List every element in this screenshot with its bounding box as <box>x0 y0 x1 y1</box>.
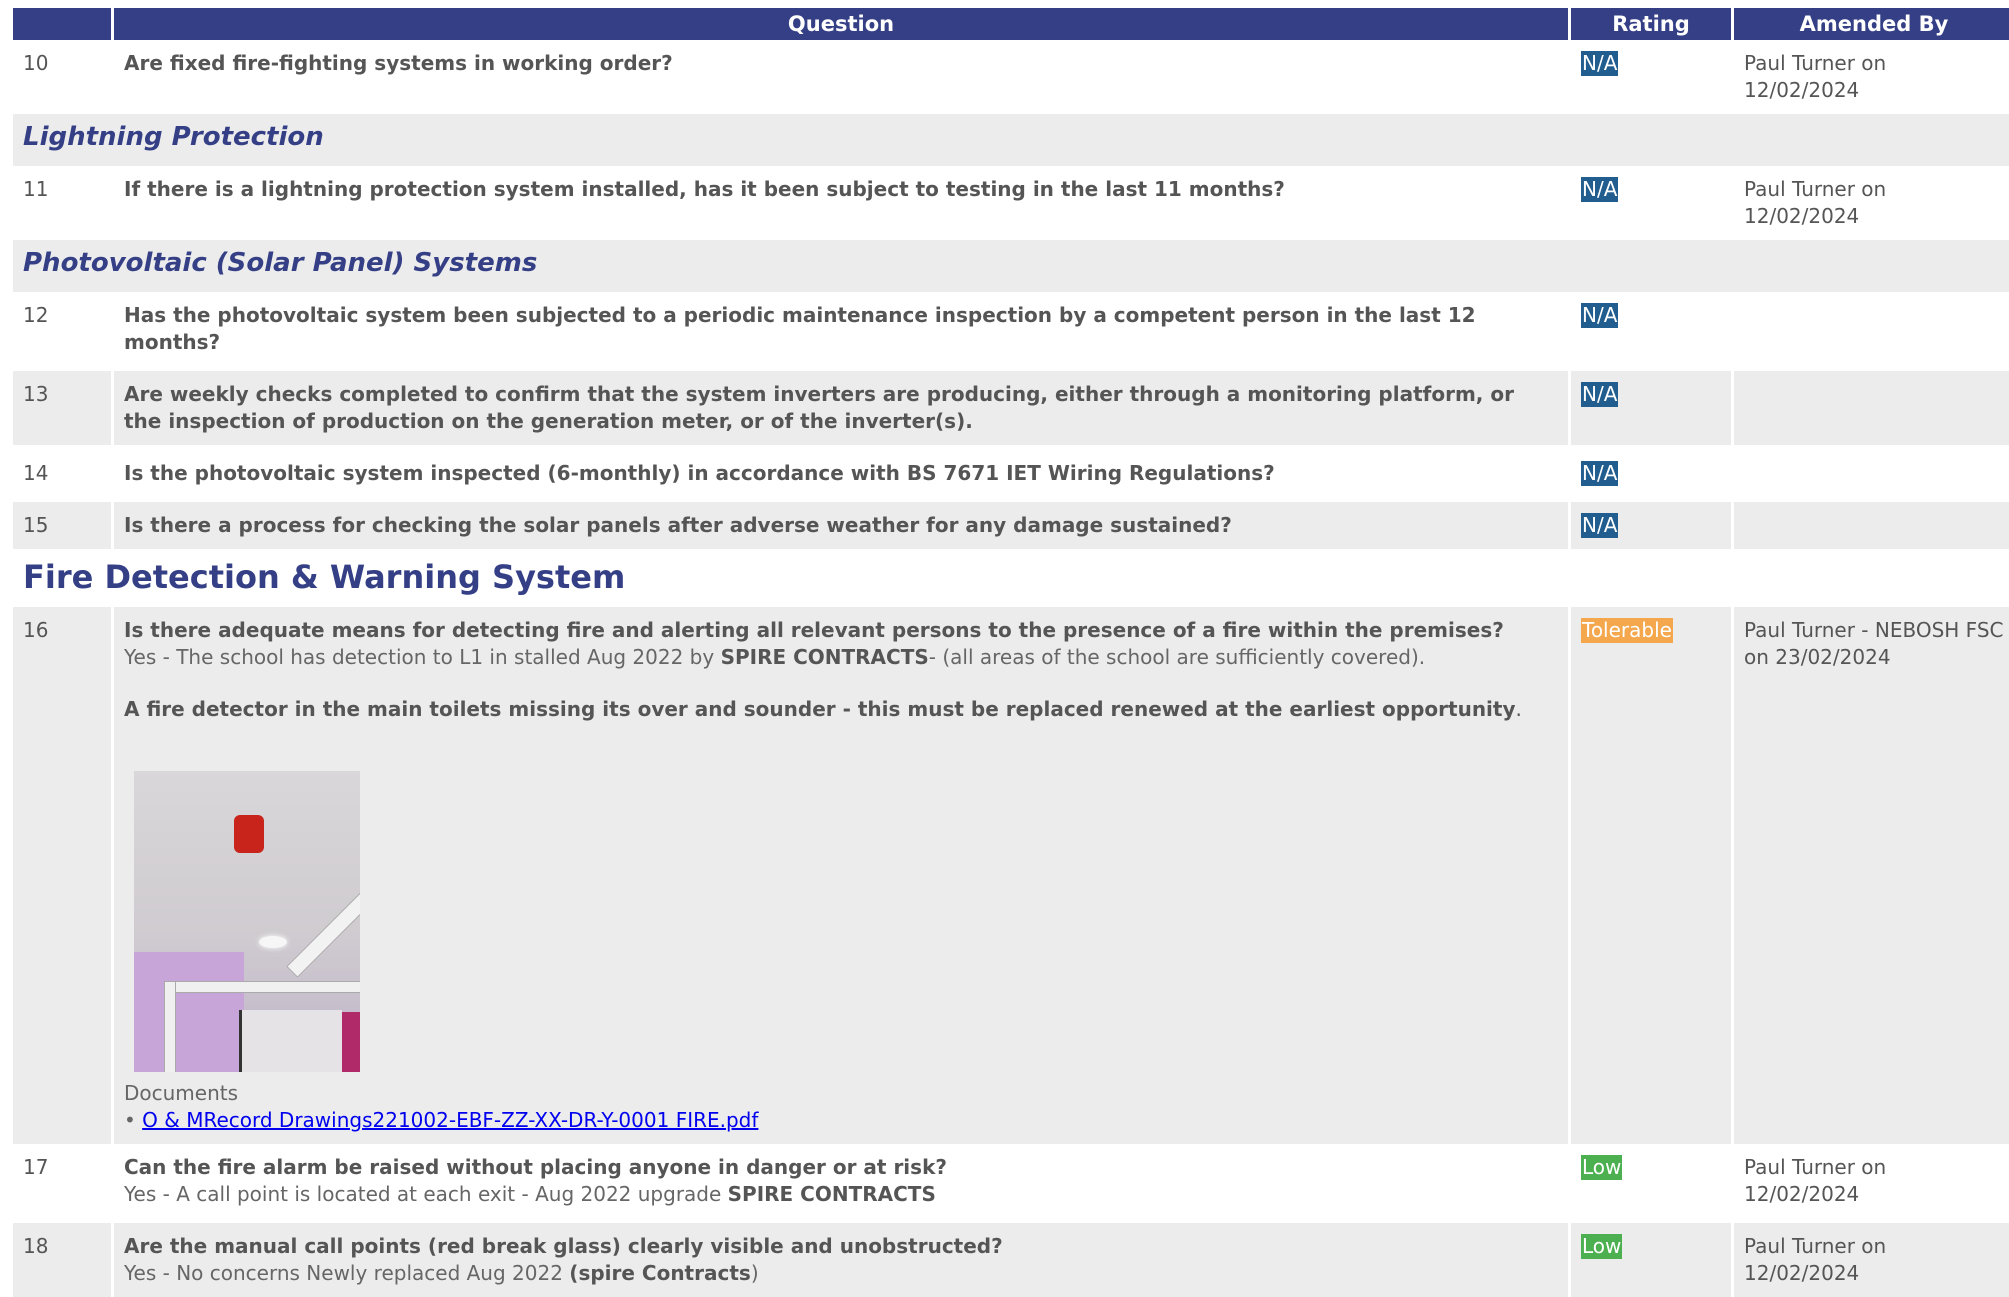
answer-contractor: SPIRE CONTRACTS <box>727 1182 936 1206</box>
rating-badge: Low <box>1581 1155 1623 1180</box>
table-row: 14 Is the photovoltaic system inspected … <box>13 450 2009 497</box>
subsection-heading-row: Photovoltaic (Solar Panel) Systems <box>13 240 2009 292</box>
answer-text-post: ) <box>750 1261 759 1285</box>
rating-column-header: Rating <box>1571 8 1731 40</box>
question-number: 17 <box>13 1144 111 1218</box>
question-text: Is there adequate means for detecting fi… <box>124 618 1504 642</box>
answer-text-pre: Yes - A call point is located at each ex… <box>124 1182 728 1206</box>
amended-by: Paul Turner - NEBOSH FSC on 23/02/2024 <box>1734 607 2009 1144</box>
number-column-header <box>13 8 111 40</box>
question-number: 18 <box>13 1223 111 1297</box>
rating-badge: N/A <box>1581 303 1619 328</box>
table-row: 11 If there is a lightning protection sy… <box>13 166 2009 240</box>
amended-by <box>1734 502 2009 549</box>
table-row: 10 Are fixed fire-fighting systems in wo… <box>13 40 2009 114</box>
amended-by-column-header: Amended By <box>1734 8 2009 40</box>
fire-sounder-image-detail <box>234 815 264 853</box>
rating-badge: N/A <box>1581 513 1619 538</box>
question-text: Is there a process for checking the sola… <box>124 513 1232 537</box>
table-header-row: Question Rating Amended By <box>13 8 2009 40</box>
bullet-icon: • <box>124 1108 143 1132</box>
question-number: 16 <box>13 607 111 1144</box>
answer-text-pre: Yes - No concerns Newly replaced Aug 202… <box>124 1261 570 1285</box>
table-row: 17 Can the fire alarm be raised without … <box>13 1144 2009 1218</box>
rating-badge: Tolerable <box>1581 618 1673 643</box>
answer-text: Yes - The school has detection to L1 in … <box>124 644 1558 671</box>
question-column-header: Question <box>114 8 1568 40</box>
rating-badge: Low <box>1581 1234 1623 1259</box>
document-item: • O & MRecord Drawings221002-EBF-ZZ-XX-D… <box>124 1107 1558 1134</box>
rating-badge: N/A <box>1581 461 1619 486</box>
action-note-tail: . <box>1515 697 1522 721</box>
table-row: 18 Are the manual call points (red break… <box>13 1223 2009 1297</box>
rating-badge: N/A <box>1581 51 1619 76</box>
action-note: A fire detector in the main toilets miss… <box>124 696 1558 723</box>
answer-text-pre: Yes - The school has detection to L1 in … <box>124 645 721 669</box>
table-row: 15 Is there a process for checking the s… <box>13 502 2009 549</box>
table-row: 16 Is there adequate means for detecting… <box>13 607 2009 1144</box>
amended-by: Paul Turner on 12/02/2024 <box>1734 1223 2009 1297</box>
documents-label: Documents <box>124 1081 239 1105</box>
question-number: 12 <box>13 292 111 366</box>
answer-text: Yes - A call point is located at each ex… <box>124 1181 1558 1208</box>
section-heading: Fire Detection & Warning System <box>13 549 2009 607</box>
question-text: Can the fire alarm be raised without pla… <box>124 1155 947 1179</box>
amended-by: Paul Turner on 12/02/2024 <box>1734 166 2009 240</box>
answer-text: Yes - No concerns Newly replaced Aug 202… <box>124 1260 1558 1287</box>
subsection-heading: Photovoltaic (Solar Panel) Systems <box>13 240 2009 292</box>
question-number: 11 <box>13 166 111 240</box>
rating-badge: N/A <box>1581 382 1619 407</box>
subsection-heading-row: Lightning Protection <box>13 114 2009 166</box>
question-number: 15 <box>13 502 111 549</box>
answer-contractor: SPIRE CONTRACTS <box>720 645 929 669</box>
rating-badge: N/A <box>1581 177 1619 202</box>
table-row: 12 Has the photovoltaic system been subj… <box>13 292 2009 366</box>
subsection-heading: Lightning Protection <box>13 114 2009 166</box>
answer-contractor: (spire Contracts <box>569 1261 751 1285</box>
question-text: Are fixed fire-fighting systems in worki… <box>124 51 673 75</box>
document-link[interactable]: O & MRecord Drawings221002-EBF-ZZ-XX-DR-… <box>142 1108 758 1132</box>
documents-section: Documents • O & MRecord Drawings221002-E… <box>124 1080 1558 1134</box>
question-number: 14 <box>13 450 111 497</box>
evidence-photo[interactable] <box>134 771 360 1072</box>
action-note-text: A fire detector in the main toilets miss… <box>124 697 1516 721</box>
table-row: 13 Are weekly checks completed to confir… <box>13 371 2009 445</box>
question-text: Has the photovoltaic system been subject… <box>124 303 1476 354</box>
question-text: Are the manual call points (red break gl… <box>124 1234 1003 1258</box>
answer-text-post: - (all areas of the school are sufficien… <box>928 645 1426 669</box>
amended-by <box>1734 450 2009 497</box>
question-text: If there is a lightning protection syste… <box>124 177 1285 201</box>
question-number: 13 <box>13 371 111 445</box>
section-heading-row: Fire Detection & Warning System <box>13 549 2009 607</box>
amended-by: Paul Turner on 12/02/2024 <box>1734 40 2009 114</box>
amended-by: Paul Turner on 12/02/2024 <box>1734 1144 2009 1218</box>
amended-by <box>1734 371 2009 445</box>
question-text: Are weekly checks completed to confirm t… <box>124 382 1514 433</box>
assessment-table: Question Rating Amended By 10 Are fixed … <box>10 8 2009 1297</box>
question-text: Is the photovoltaic system inspected (6-… <box>124 461 1275 485</box>
question-number: 10 <box>13 40 111 114</box>
amended-by <box>1734 292 2009 366</box>
